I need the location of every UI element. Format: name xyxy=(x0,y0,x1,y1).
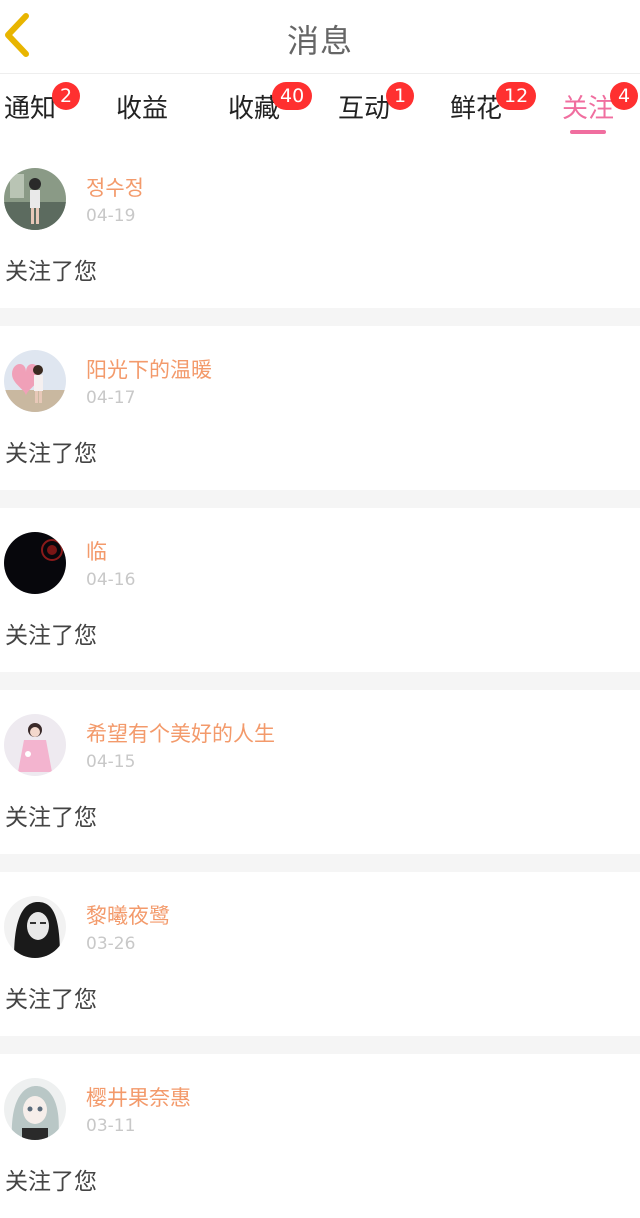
badge-count: 1 xyxy=(386,82,415,110)
avatar[interactable] xyxy=(4,532,66,594)
divider xyxy=(0,1036,640,1054)
user-name[interactable]: 希望有个美好的人生 xyxy=(86,718,275,748)
message-text: 关注了您 xyxy=(5,623,97,649)
tab-label: 关注 xyxy=(562,94,615,124)
tab-notifications[interactable]: 通知 2 xyxy=(4,82,81,125)
tab-label: 鲜花 xyxy=(450,94,503,124)
page-title: 消息 xyxy=(286,22,353,60)
message-item[interactable]: 阳光下的温暖 04-17 关注了您 xyxy=(0,326,640,490)
badge-count: 4 xyxy=(610,82,639,110)
message-date: 04-19 xyxy=(86,206,136,226)
message-date: 04-17 xyxy=(86,388,136,408)
avatar[interactable] xyxy=(4,714,66,776)
tab-bar: 通知 2 收益 收藏 40 互动 1 鲜花 12 关注 4 xyxy=(0,74,640,144)
tab-flowers[interactable]: 鲜花 12 xyxy=(450,82,537,125)
divider xyxy=(0,672,640,690)
divider xyxy=(0,490,640,508)
message-item[interactable]: 希望有个美好的人生 04-15 关注了您 xyxy=(0,690,640,854)
message-item[interactable]: 临 04-16 关注了您 xyxy=(0,508,640,672)
message-date: 03-11 xyxy=(86,1116,136,1136)
message-date: 04-15 xyxy=(86,752,136,772)
avatar[interactable] xyxy=(4,1078,66,1140)
message-text: 关注了您 xyxy=(5,259,97,285)
tab-follows[interactable]: 关注 4 xyxy=(562,82,639,125)
tab-label: 互动 xyxy=(338,94,391,124)
badge-count: 2 xyxy=(52,82,81,110)
tab-label: 收益 xyxy=(116,94,169,124)
user-name[interactable]: 黎曦夜鹭 xyxy=(86,900,170,930)
user-name[interactable]: 樱井果奈惠 xyxy=(86,1082,191,1112)
tab-label: 通知 xyxy=(4,94,57,124)
message-item[interactable]: 정수정 04-19 关注了您 xyxy=(0,144,640,308)
active-tab-indicator xyxy=(570,130,606,134)
message-item[interactable]: 黎曦夜鹭 03-26 关注了您 xyxy=(0,872,640,1036)
message-text: 关注了您 xyxy=(5,441,97,467)
avatar[interactable] xyxy=(4,350,66,412)
tab-earnings[interactable]: 收益 xyxy=(116,88,168,125)
divider xyxy=(0,308,640,326)
user-name[interactable]: 阳光下的温暖 xyxy=(86,354,212,384)
badge-count: 12 xyxy=(496,82,537,110)
message-item[interactable]: 樱井果奈惠 03-11 关注了您 xyxy=(0,1054,640,1218)
message-text: 关注了您 xyxy=(5,805,97,831)
user-name[interactable]: 정수정 xyxy=(86,172,144,202)
avatar[interactable] xyxy=(4,168,66,230)
user-name[interactable]: 临 xyxy=(86,536,107,566)
message-date: 04-16 xyxy=(86,570,136,590)
divider xyxy=(0,854,640,872)
message-text: 关注了您 xyxy=(5,1169,97,1195)
tab-interactions[interactable]: 互动 1 xyxy=(338,82,415,125)
tab-favorites[interactable]: 收藏 40 xyxy=(228,82,313,125)
badge-count: 40 xyxy=(272,82,313,110)
message-date: 03-26 xyxy=(86,934,136,954)
header-bar: 消息 xyxy=(0,0,640,74)
message-text: 关注了您 xyxy=(5,987,97,1013)
avatar[interactable] xyxy=(4,896,66,958)
